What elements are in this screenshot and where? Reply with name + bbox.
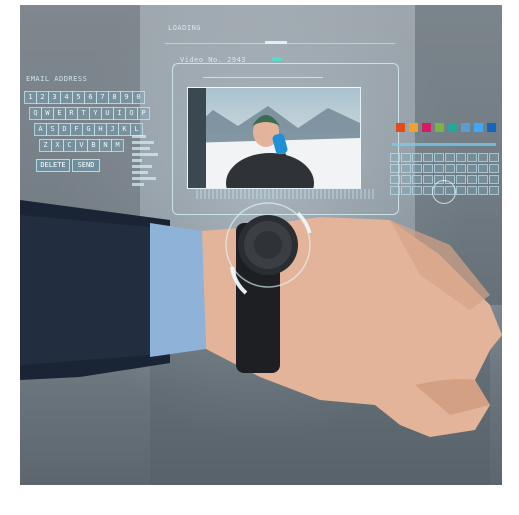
arm-with-watch — [20, 200, 502, 437]
photo: LOADING EMAIL ADDRESS 1234567890QWERTYUI… — [20, 5, 502, 485]
